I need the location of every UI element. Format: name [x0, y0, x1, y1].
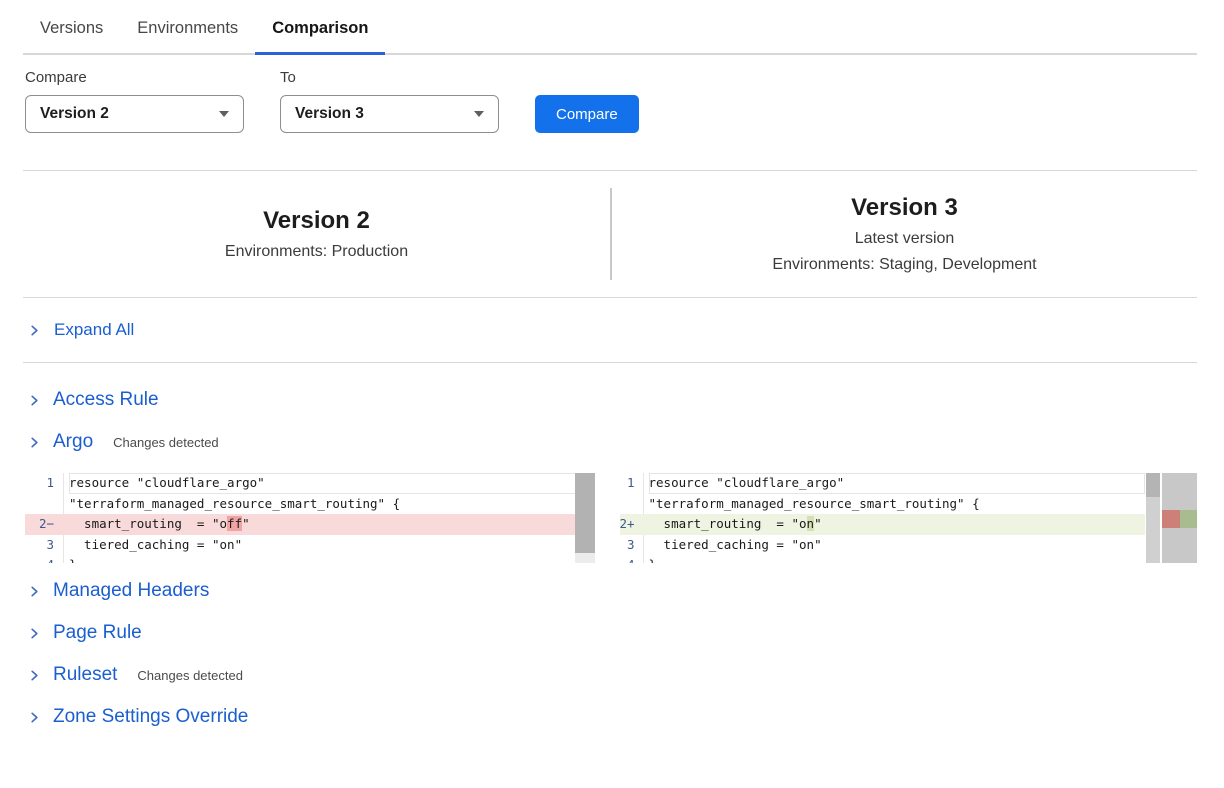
to-label: To [280, 69, 499, 86]
diff-line: 2+ smart_routing = "on" [620, 514, 1145, 535]
diff-line: 1resource "cloudflare_argo" [25, 473, 595, 494]
version-header: Version 2 Environments: Production Versi… [23, 171, 1197, 298]
compare-to-field: To Version 3 [280, 69, 499, 133]
line-number: 3 [25, 535, 64, 556]
compare-to-select[interactable]: Version 3 [280, 95, 499, 133]
section-label: Page Rule [53, 622, 142, 644]
diff-right-pane: 1resource "cloudflare_argo""terraform_ma… [620, 473, 1198, 563]
changes-detected-badge: Changes detected [137, 668, 243, 683]
section-label: Argo [53, 431, 93, 453]
compare-form: Compare Version 2 To Version 3 Compare [25, 69, 1197, 133]
line-number [620, 494, 644, 515]
word-diff-highlight: ff [227, 516, 242, 531]
code-text: tiered_caching = "on" [649, 535, 1145, 556]
chevron-right-icon [28, 627, 41, 640]
section-label: Zone Settings Override [53, 706, 248, 728]
compare-to-value: Version 3 [295, 105, 364, 123]
chevron-right-icon [28, 324, 41, 337]
argo-diff-viewer: 1resource "cloudflare_argo""terraform_ma… [25, 473, 1197, 563]
right-pane-scrollbar[interactable] [1146, 473, 1160, 563]
section-managed-headers[interactable]: Managed Headers [23, 578, 1197, 604]
code-text: } [69, 555, 595, 563]
word-diff-highlight: n [807, 516, 815, 531]
right-version-environments: Environments: Staging, Development [772, 256, 1036, 274]
diff-line: 2− smart_routing = "off" [25, 514, 595, 535]
chevron-down-icon [474, 111, 484, 117]
diff-right-code: 1resource "cloudflare_argo""terraform_ma… [620, 473, 1145, 563]
left-version-title: Version 2 [263, 207, 370, 235]
version-left-column: Version 2 Environments: Production [23, 207, 610, 261]
compare-button[interactable]: Compare [535, 95, 639, 133]
section-zone-settings-override[interactable]: Zone Settings Override [23, 704, 1197, 730]
diff-left-pane: 1resource "cloudflare_argo""terraform_ma… [25, 473, 595, 563]
section-ruleset[interactable]: Ruleset Changes detected [23, 662, 1197, 688]
version-right-column: Version 3 Latest version Environments: S… [612, 194, 1197, 274]
compare-from-select[interactable]: Version 2 [25, 95, 244, 133]
line-number: 1 [620, 473, 644, 494]
left-pane-scrollbar[interactable] [575, 473, 595, 563]
changes-detected-badge: Changes detected [113, 435, 219, 450]
code-text: tiered_caching = "on" [69, 535, 595, 556]
section-label: Access Rule [53, 389, 159, 411]
minimap-added-marker [1180, 510, 1197, 528]
line-number: 2− [25, 514, 64, 535]
chevron-right-icon [28, 711, 41, 724]
chevron-right-icon [28, 669, 41, 682]
line-number [25, 494, 64, 515]
chevron-right-icon [28, 436, 41, 449]
line-number: 2+ [620, 514, 644, 535]
compare-from-value: Version 2 [40, 105, 109, 123]
diff-line: 4} [620, 555, 1145, 563]
line-number: 1 [25, 473, 64, 494]
chevron-right-icon [28, 585, 41, 598]
minimap-removed-marker [1162, 510, 1180, 528]
tab-comparison[interactable]: Comparison [255, 0, 385, 53]
tab-bar: Versions Environments Comparison [23, 0, 1197, 55]
diff-left-code: 1resource "cloudflare_argo""terraform_ma… [25, 473, 595, 563]
line-number: 4 [620, 555, 644, 563]
diff-line: 3 tiered_caching = "on" [620, 535, 1145, 556]
tab-versions[interactable]: Versions [23, 0, 120, 53]
right-version-title: Version 3 [851, 194, 958, 222]
section-access-rule[interactable]: Access Rule [23, 387, 1197, 413]
section-label: Ruleset [53, 664, 117, 686]
code-text: smart_routing = "off" [69, 514, 595, 535]
section-page-rule[interactable]: Page Rule [23, 620, 1197, 646]
diff-line: "terraform_managed_resource_smart_routin… [620, 494, 1145, 515]
line-number: 3 [620, 535, 644, 556]
right-version-latest-label: Latest version [855, 230, 955, 248]
tab-environments[interactable]: Environments [120, 0, 255, 53]
code-text: "terraform_managed_resource_smart_routin… [649, 494, 1145, 515]
code-text: "terraform_managed_resource_smart_routin… [69, 494, 595, 515]
scrollbar-thumb[interactable] [1146, 473, 1160, 497]
code-text: } [649, 555, 1145, 563]
line-number: 4 [25, 555, 64, 563]
code-text: resource "cloudflare_argo" [649, 473, 1145, 494]
compare-label: Compare [25, 69, 244, 86]
code-text: smart_routing = "on" [649, 514, 1145, 535]
scrollbar-thumb[interactable] [575, 473, 595, 553]
chevron-right-icon [28, 394, 41, 407]
left-version-environments: Environments: Production [225, 243, 408, 261]
diff-minimap[interactable] [1162, 473, 1197, 563]
comparison-page: Versions Environments Comparison Compare… [0, 0, 1224, 730]
diff-line: 4} [25, 555, 595, 563]
compare-from-field: Compare Version 2 [25, 69, 244, 133]
chevron-down-icon [219, 111, 229, 117]
expand-all-button[interactable]: Expand All [23, 298, 1197, 363]
section-label: Managed Headers [53, 580, 209, 602]
diff-line: "terraform_managed_resource_smart_routin… [25, 494, 595, 515]
diff-line: 1resource "cloudflare_argo" [620, 473, 1145, 494]
diff-line: 3 tiered_caching = "on" [25, 535, 595, 556]
sections-list: Access Rule Argo Changes detected 1resou… [23, 387, 1197, 730]
expand-all-label: Expand All [54, 320, 134, 340]
section-argo[interactable]: Argo Changes detected [23, 429, 1197, 455]
code-text: resource "cloudflare_argo" [69, 473, 595, 494]
